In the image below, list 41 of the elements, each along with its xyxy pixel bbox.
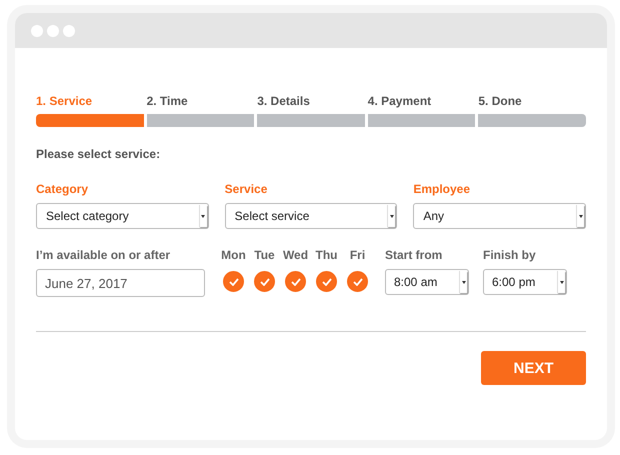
caret-icon: [557, 271, 565, 293]
weekday-checkbox[interactable]: [223, 271, 244, 292]
field-label: I’m available on or after: [36, 248, 170, 262]
checkmark-icon: [260, 278, 270, 286]
weekday-label: Fri: [350, 248, 366, 262]
field-label: Start from: [385, 248, 442, 262]
window-dot-icon: [63, 24, 75, 36]
field-label: Employee: [413, 182, 470, 196]
weekday-checkbox[interactable]: [316, 271, 337, 292]
caret-icon: [387, 205, 396, 227]
checkmark-icon: [352, 278, 362, 286]
field-label: Service: [224, 182, 268, 196]
weekday-label: Mon: [221, 248, 246, 262]
checkmark-icon: [290, 278, 300, 286]
date-field[interactable]: June 27, 2017: [36, 269, 205, 297]
weekday-checkbox[interactable]: [285, 271, 306, 292]
weekday-checkbox[interactable]: [347, 271, 368, 292]
step-label: 3. Details: [257, 94, 311, 108]
weekday-label: Tue: [254, 248, 275, 262]
window-dot-icon: [31, 24, 43, 36]
field-label: Category: [36, 182, 88, 196]
time-dropdown[interactable]: 6:00 pm: [483, 269, 567, 295]
step-label: 1. Service: [36, 94, 94, 108]
weekday-checkbox[interactable]: [254, 271, 275, 292]
checkmark-icon: [228, 278, 238, 286]
dropdown[interactable]: Select category: [36, 203, 209, 229]
caret-icon: [459, 271, 467, 293]
checkmark-icon: [322, 278, 332, 286]
section-prompt: Please select service:: [36, 147, 160, 161]
step-label: 4. Payment: [368, 94, 432, 108]
time-dropdown[interactable]: 8:00 am: [385, 269, 469, 295]
dropdown[interactable]: Select service: [224, 203, 398, 229]
weekday-label: Thu: [316, 248, 338, 262]
dropdown[interactable]: Any: [413, 203, 586, 229]
weekday-label: Wed: [282, 248, 308, 262]
caret-icon: [576, 205, 584, 227]
window-dot-icon: [47, 24, 59, 36]
caret-icon: [198, 205, 207, 227]
step-label: 2. Time: [146, 94, 189, 108]
step-label: 5. Done: [478, 94, 523, 108]
field-label: Finish by: [483, 248, 536, 262]
